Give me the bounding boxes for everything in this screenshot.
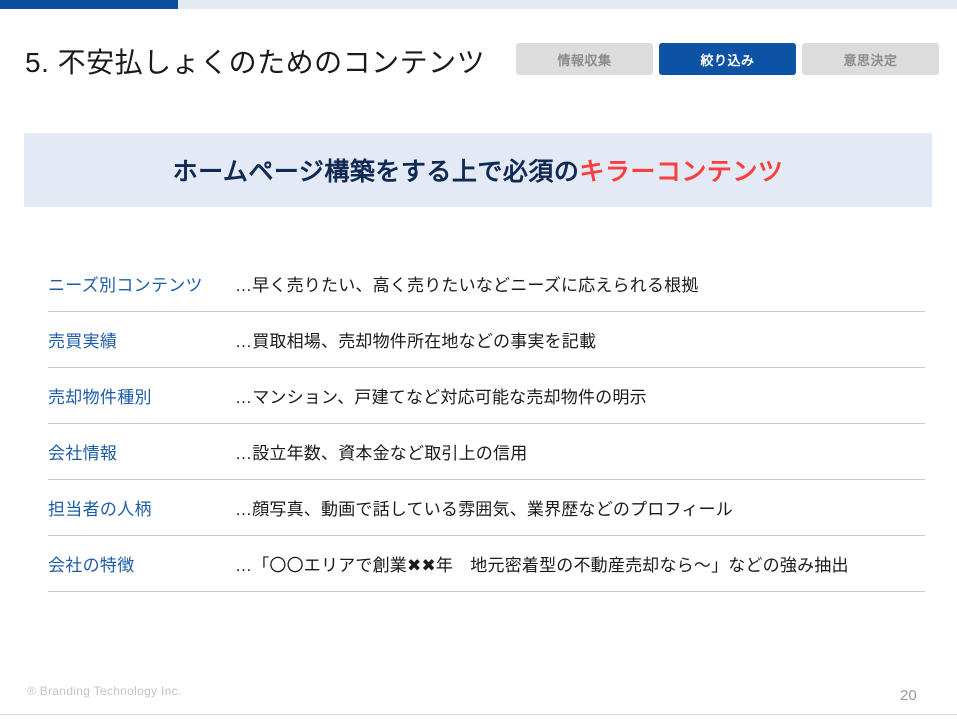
content-list: ニーズ別コンテンツ …早く売りたい、高く売りたいなどニーズに応えられる根拠 売買… [48, 256, 925, 592]
headline-banner-text: ホームページ構築をする上で必須のキラーコンテンツ [173, 152, 784, 188]
progress-bar-fill [0, 0, 178, 9]
row-label: 売却物件種別 [48, 388, 152, 407]
table-row: ニーズ別コンテンツ …早く売りたい、高く売りたいなどニーズに応えられる根拠 [48, 256, 925, 312]
step-button-joho-shushu[interactable]: 情報収集 [516, 43, 653, 75]
headline-accent-text: キラーコンテンツ [579, 158, 784, 186]
footer-divider [0, 714, 957, 715]
table-row: 売買実績 …買取相場、売却物件所在地などの事実を記載 [48, 312, 925, 368]
headline-main-text: ホームページ構築をする上で必須の [172, 158, 580, 186]
row-description: …「〇〇エリアで創業✖✖年 地元密着型の不動産売却なら〜」などの強み抽出 [235, 556, 849, 575]
row-label: 売買実績 [48, 332, 118, 351]
row-description: …マンション、戸建てなど対応可能な売却物件の明示 [235, 388, 647, 407]
progress-bar-track [0, 0, 957, 9]
step-label: 情報収集 [557, 52, 612, 68]
step-button-ishi-kettei[interactable]: 意思決定 [802, 43, 939, 75]
row-label: 担当者の人柄 [48, 500, 152, 519]
step-indicator-group: 情報収集 絞り込み 意思決定 [516, 43, 939, 75]
step-label: 絞り込み [700, 52, 755, 68]
row-description: …顔写真、動画で話している雰囲気、業界歴などのプロフィール [235, 500, 733, 519]
row-description: …買取相場、売却物件所在地などの事実を記載 [235, 332, 597, 351]
headline-banner: ホームページ構築をする上で必須のキラーコンテンツ [24, 133, 932, 207]
page-number: 20 [900, 687, 917, 704]
row-label: 会社情報 [48, 444, 118, 463]
table-row: 会社の特徴 …「〇〇エリアで創業✖✖年 地元密着型の不動産売却なら〜」などの強み… [48, 536, 925, 592]
table-row: 売却物件種別 …マンション、戸建てなど対応可能な売却物件の明示 [48, 368, 925, 424]
row-description: …早く売りたい、高く売りたいなどニーズに応えられる根拠 [235, 276, 699, 295]
step-button-shiborikomi[interactable]: 絞り込み [659, 43, 796, 75]
row-description: …設立年数、資本金など取引上の信用 [235, 444, 528, 463]
footer-copyright: ® Branding Technology Inc. [27, 684, 182, 698]
table-row: 会社情報 …設立年数、資本金など取引上の信用 [48, 424, 925, 480]
step-label: 意思決定 [843, 52, 898, 68]
page-title: 5. 不安払しょくのためのコンテンツ [25, 47, 486, 78]
table-row: 担当者の人柄 …顔写真、動画で話している雰囲気、業界歴などのプロフィール [48, 480, 925, 536]
row-label: 会社の特徴 [48, 556, 135, 575]
row-label: ニーズ別コンテンツ [48, 276, 203, 295]
